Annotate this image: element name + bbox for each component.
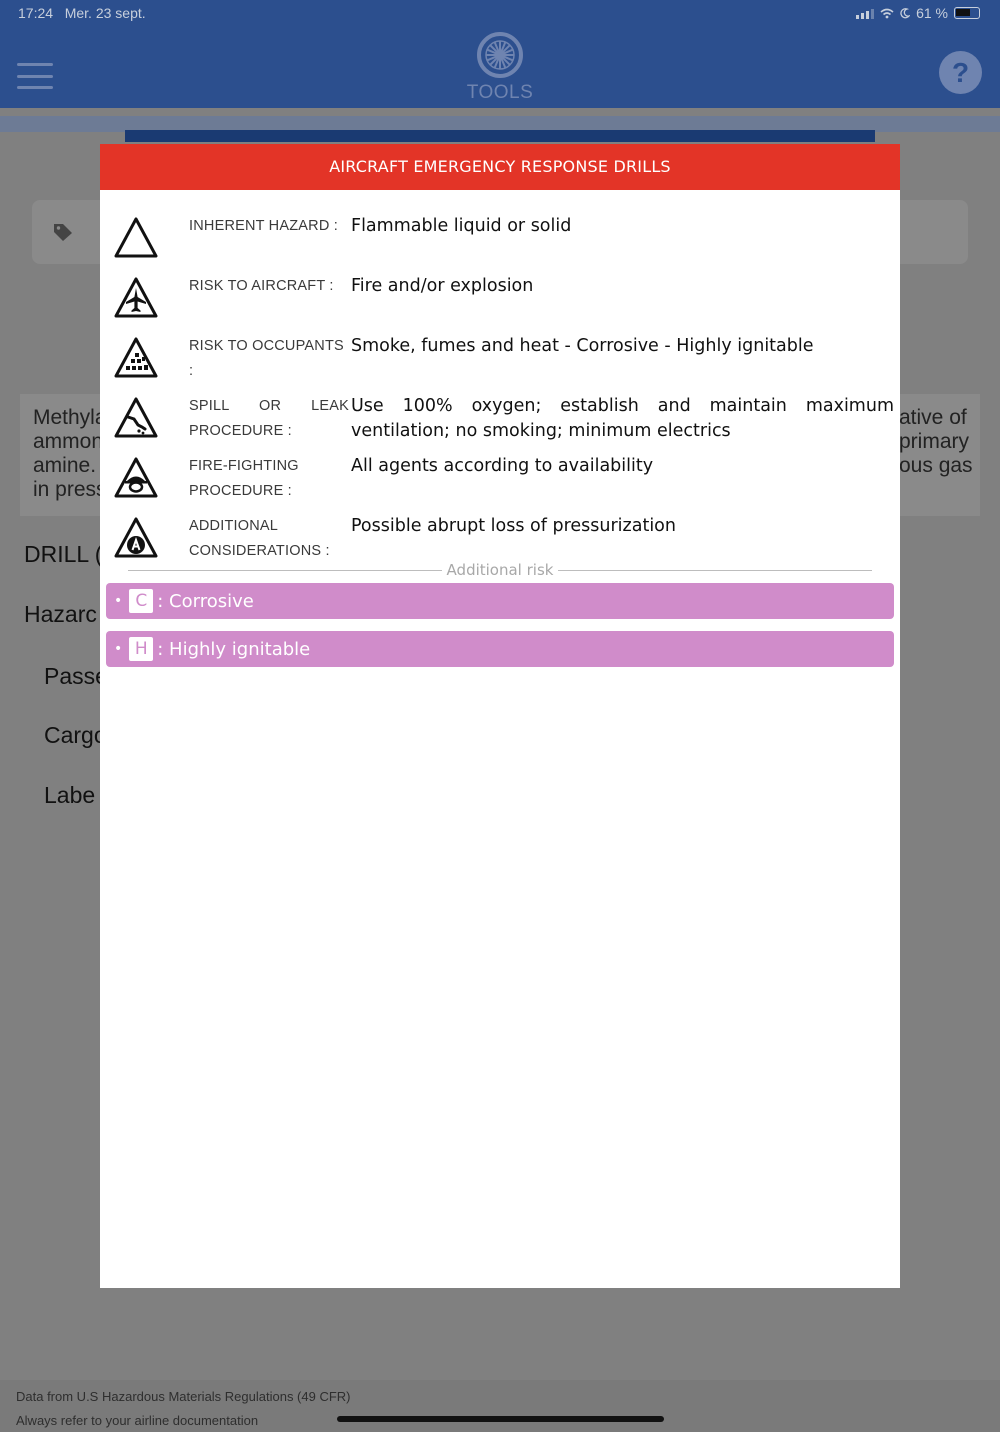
signal-icon <box>856 8 875 19</box>
drill-value: All agents according to availability <box>351 456 654 476</box>
status-time: 17:24 <box>18 5 54 21</box>
bullet-icon: • <box>114 593 123 609</box>
drill-value: Fire and/or explosion <box>351 276 534 296</box>
label-heading: Labe <box>44 782 96 808</box>
hazard-heading: Hazarc <box>24 601 97 627</box>
risk-label: : Corrosive <box>157 590 254 612</box>
aircraft-triangle-icon <box>114 277 158 318</box>
drill-value: Possible abrupt loss of pressurization <box>351 516 676 536</box>
drill-row-risk-aircraft: RISK TO AIRCRAFT : Fire and/or explosion <box>100 271 900 321</box>
home-indicator[interactable] <box>337 1416 664 1422</box>
drill-label: ADDITIONAL CONSIDERATIONS : <box>189 518 330 559</box>
drill-row-spill-leak: SPILL OR LEAK PROCEDURE : Use 100% oxyge… <box>100 391 900 447</box>
additional-risk-divider: Additional risk <box>128 560 872 580</box>
firefighter-triangle-icon <box>114 457 158 498</box>
wifi-icon <box>880 8 894 18</box>
status-time-date: 17:24 Mer. 23 sept. <box>18 5 146 21</box>
battery-icon <box>954 7 980 19</box>
app-header: 17:24 Mer. 23 sept. 61 % TOOLS ? <box>0 0 1000 108</box>
occupants-triangle-icon <box>114 337 158 378</box>
drill-value: Use 100% oxygen; establish and maintain … <box>351 396 894 441</box>
drill-row-inherent-hazard: INHERENT HAZARD : Flammable liquid or so… <box>100 211 900 261</box>
risk-label: : Highly ignitable <box>157 638 311 660</box>
drill-row-risk-occupants: RISK TO OCCUPANTS : Smoke, fumes and hea… <box>100 331 900 381</box>
spill-triangle-icon <box>114 397 158 438</box>
cargo-heading: Cargo <box>44 722 100 748</box>
footer-disclaimer-text: Always refer to your airline documentati… <box>16 1413 259 1428</box>
drill-value: Smoke, fumes and heat - Corrosive - High… <box>351 336 814 356</box>
moon-icon <box>900 7 911 18</box>
additional-risk-title: Additional risk <box>441 561 559 579</box>
drill-value: Flammable liquid or solid <box>351 216 572 236</box>
additional-a-triangle-icon <box>114 517 158 558</box>
risk-pill-highly-ignitable[interactable]: • H : Highly ignitable <box>106 631 894 667</box>
status-indicators: 61 % <box>856 5 980 21</box>
risk-code-badge: H <box>129 637 154 661</box>
risk-pill-corrosive[interactable]: • C : Corrosive <box>106 583 894 619</box>
bullet-icon: • <box>114 641 123 657</box>
emergency-drills-modal: AIRCRAFT EMERGENCY RESPONSE DRILLS INHER… <box>100 144 900 1288</box>
tab-indicator <box>125 130 875 142</box>
help-button[interactable]: ? <box>939 51 982 94</box>
hazard-triangle-icon <box>114 217 158 258</box>
modal-title: AIRCRAFT EMERGENCY RESPONSE DRILLS <box>100 144 900 190</box>
drill-row-fire-fighting: FIRE-FIGHTING PROCEDURE : All agents acc… <box>100 451 900 507</box>
drill-label: RISK TO OCCUPANTS : <box>189 338 344 379</box>
footer: Data from U.S Hazardous Materials Regula… <box>0 1380 1000 1432</box>
description-text-right: ative of primary ous gas <box>899 406 973 477</box>
battery-percent: 61 % <box>916 5 948 21</box>
status-date: Mer. 23 sept. <box>64 5 146 21</box>
risk-code-badge: C <box>129 589 154 613</box>
passenger-heading: Passe <box>44 663 100 689</box>
footer-source-text: Data from U.S Hazardous Materials Regula… <box>16 1389 351 1404</box>
drill-heading: DRILL ( <box>24 541 100 567</box>
drill-label: SPILL OR LEAK PROCEDURE : <box>189 398 349 439</box>
turbine-icon <box>477 32 523 78</box>
drill-label: RISK TO AIRCRAFT : <box>189 278 334 294</box>
page-title: TOOLS <box>466 82 534 103</box>
drill-label: INHERENT HAZARD : <box>189 218 338 234</box>
drill-label: FIRE-FIGHTING PROCEDURE : <box>189 458 299 499</box>
tag-icon <box>54 224 72 241</box>
drill-row-additional: ADDITIONAL CONSIDERATIONS : Possible abr… <box>100 511 900 567</box>
